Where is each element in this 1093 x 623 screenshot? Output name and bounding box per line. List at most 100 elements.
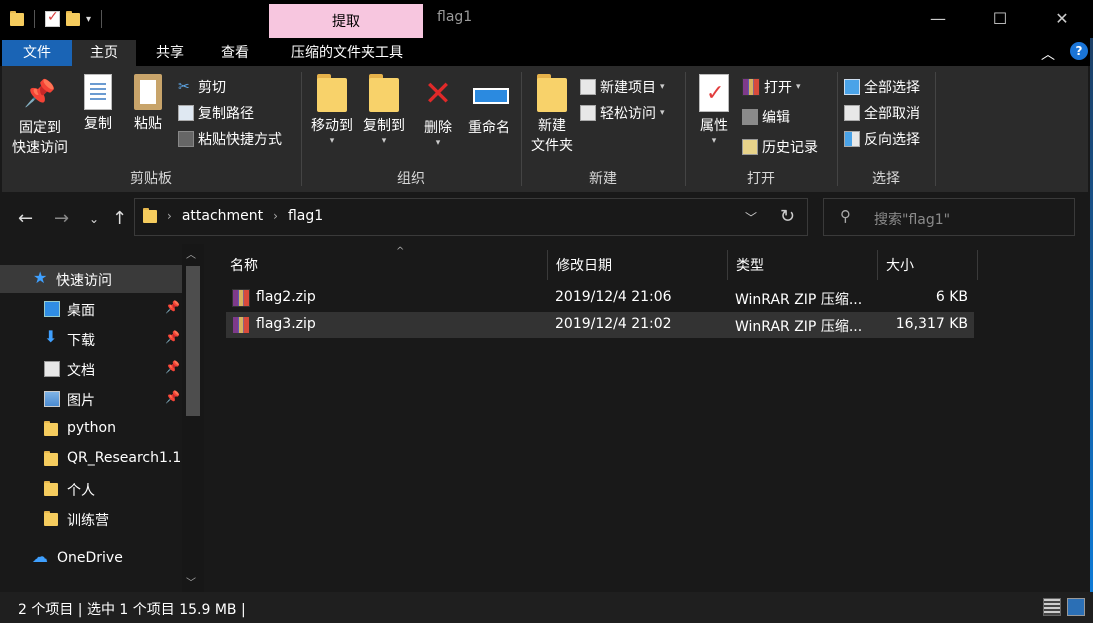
breadcrumb-chevron-icon[interactable]: ›: [273, 209, 278, 223]
move-to-button[interactable]: 移动到 ▾: [306, 74, 358, 146]
nav-item-python[interactable]: python: [0, 415, 182, 443]
properties-icon[interactable]: [45, 9, 60, 27]
open-label: 打开: [764, 80, 792, 96]
tab-view[interactable]: 查看: [204, 40, 266, 66]
new-folder-icon[interactable]: [66, 11, 80, 27]
star-icon: ★: [33, 268, 48, 287]
nav-item-downloads[interactable]: ⬇ 下载 📌: [0, 325, 182, 353]
edit-label: 编辑: [762, 110, 790, 126]
new-group: 新建 文件夹 新建项目 ▾ 轻松访问 ▾ 新建: [522, 66, 684, 192]
rename-icon: [471, 74, 509, 114]
folder-icon: [44, 421, 60, 437]
scrollbar-thumb[interactable]: [186, 266, 200, 416]
open-group: 属性 ▾ 打开 ▾ 编辑 历史记录 打开: [686, 66, 836, 192]
new-group-label: 新建: [589, 171, 617, 187]
details-view-icon[interactable]: [1043, 598, 1061, 616]
nav-item-training-camp[interactable]: 训练营: [0, 505, 182, 533]
help-icon[interactable]: ?: [1070, 42, 1088, 60]
file-row-flag3[interactable]: flag3.zip 2019/12/4 21:02 WinRAR ZIP 压缩.…: [226, 312, 974, 338]
pin-label: 固定到: [19, 120, 61, 136]
large-icons-view-icon[interactable]: [1067, 598, 1085, 616]
easy-access-label: 轻松访问: [600, 106, 656, 122]
copy-button[interactable]: 复制: [76, 74, 120, 134]
cut-button[interactable]: ✂ 剪切: [178, 76, 226, 98]
maximize-button[interactable]: ☐: [969, 0, 1031, 36]
pin-icon[interactable]: 📌: [165, 300, 180, 314]
open-group-label: 打开: [747, 171, 775, 187]
scroll-up-icon[interactable]: ︿: [186, 246, 196, 261]
nav-item-quick-access[interactable]: ★ 快速访问: [0, 265, 182, 293]
breadcrumb-flag1[interactable]: flag1: [288, 208, 323, 224]
forward-arrow-icon[interactable]: →: [54, 208, 69, 229]
folder-icon: [44, 511, 60, 527]
nav-item-desktop[interactable]: 桌面 📌: [0, 295, 182, 323]
customize-toolbar-chevron-icon[interactable]: ▾: [86, 14, 91, 25]
back-arrow-icon[interactable]: ←: [18, 208, 33, 229]
edit-button[interactable]: 编辑: [742, 106, 790, 128]
close-button[interactable]: ✕: [1031, 0, 1093, 36]
column-header-date[interactable]: 修改日期: [548, 250, 728, 280]
file-date: 2019/12/4 21:02: [555, 316, 672, 332]
breadcrumb-attachment[interactable]: attachment: [182, 208, 263, 224]
copy-to-icon: [367, 74, 401, 112]
address-history-chevron-icon[interactable]: ﹀: [745, 209, 757, 226]
pin-icon[interactable]: 📌: [165, 360, 180, 374]
move-to-label: 移动到: [311, 118, 353, 134]
tab-home[interactable]: 主页: [72, 40, 136, 66]
scroll-down-icon[interactable]: ﹀: [186, 574, 196, 589]
nav-item-onedrive[interactable]: ☁ OneDrive: [0, 545, 182, 573]
invert-selection-button[interactable]: 反向选择: [844, 128, 920, 150]
open-button[interactable]: 打开 ▾: [742, 76, 801, 98]
column-header-type[interactable]: 类型: [728, 250, 878, 280]
address-row: ← → ⌄ ↑ › attachment › flag1 ﹀ ↻ ⚲ 搜索"fl…: [0, 192, 1093, 244]
tab-file[interactable]: 文件: [2, 40, 72, 66]
delete-button[interactable]: ✕ 删除 ▾: [418, 74, 458, 148]
address-bar[interactable]: › attachment › flag1 ﹀ ↻: [134, 198, 808, 236]
column-header-size[interactable]: 大小: [878, 250, 978, 280]
copy-path-button[interactable]: 复制路径: [178, 102, 254, 124]
status-text: 2 个项目 | 选中 1 个项目 15.9 MB |: [18, 602, 246, 618]
nav-item-personal[interactable]: 个人: [0, 475, 182, 503]
nav-scrollbar[interactable]: ︿ ﹀: [182, 244, 204, 592]
collapse-ribbon-chevron-icon[interactable]: ︿: [1041, 44, 1055, 64]
recent-locations-chevron-icon[interactable]: ⌄: [89, 212, 99, 226]
search-box[interactable]: ⚲ 搜索"flag1": [823, 198, 1075, 236]
nav-item-qr-research[interactable]: QR_Research1.1: [0, 445, 182, 473]
select-none-button[interactable]: 全部取消: [844, 102, 920, 124]
tab-extract[interactable]: 提取: [269, 4, 423, 38]
clipboard-group: 📌 固定到 快速访问 复制 粘贴 ✂ 剪切 复制路径 粘贴快捷方式 剪贴板: [2, 66, 300, 192]
breadcrumb-chevron-icon[interactable]: ›: [167, 209, 172, 223]
tab-share[interactable]: 共享: [140, 40, 200, 66]
paste-shortcut-button[interactable]: 粘贴快捷方式: [178, 128, 282, 150]
history-button[interactable]: 历史记录: [742, 136, 818, 158]
minimize-button[interactable]: —: [907, 0, 969, 36]
tab-compressed-folder-tools[interactable]: 压缩的文件夹工具: [272, 40, 422, 66]
properties-button[interactable]: 属性 ▾: [692, 74, 736, 146]
cloud-icon: ☁: [32, 547, 48, 566]
pin-icon[interactable]: 📌: [165, 330, 180, 344]
chevron-down-icon: ▾: [711, 136, 717, 146]
nav-item-documents[interactable]: 文档 📌: [0, 355, 182, 383]
nav-label: python: [67, 420, 116, 436]
pin-icon[interactable]: 📌: [165, 390, 180, 404]
refresh-icon[interactable]: ↻: [780, 206, 795, 227]
picture-icon: [44, 391, 60, 407]
invert-selection-icon: [844, 131, 860, 147]
file-row-flag2[interactable]: flag2.zip 2019/12/4 21:06 WinRAR ZIP 压缩.…: [226, 285, 974, 311]
chevron-down-icon: ▾: [660, 108, 665, 118]
navigation-pane: ★ 快速访问 桌面 📌 ⬇ 下载 📌 文档 📌 图片 📌 python QR_R…: [0, 244, 204, 592]
nav-label: 桌面: [67, 303, 95, 319]
new-item-button[interactable]: 新建项目 ▾: [580, 76, 665, 98]
easy-access-button[interactable]: 轻松访问 ▾: [580, 102, 665, 124]
paste-button[interactable]: 粘贴: [126, 74, 170, 134]
up-arrow-icon[interactable]: ↑: [112, 208, 127, 229]
rename-button[interactable]: 重命名: [464, 74, 514, 138]
select-all-button[interactable]: 全部选择: [844, 76, 920, 98]
new-item-icon: [580, 79, 596, 95]
nav-item-pictures[interactable]: 图片 📌: [0, 385, 182, 413]
file-size: 6 KB: [935, 289, 968, 305]
copy-to-button[interactable]: 复制到 ▾: [358, 74, 410, 146]
new-folder-button[interactable]: 新建 文件夹: [526, 74, 578, 156]
pin-to-quick-access-button[interactable]: 📌 固定到 快速访问: [10, 74, 70, 158]
column-header-name[interactable]: 名称 ^: [222, 246, 548, 280]
